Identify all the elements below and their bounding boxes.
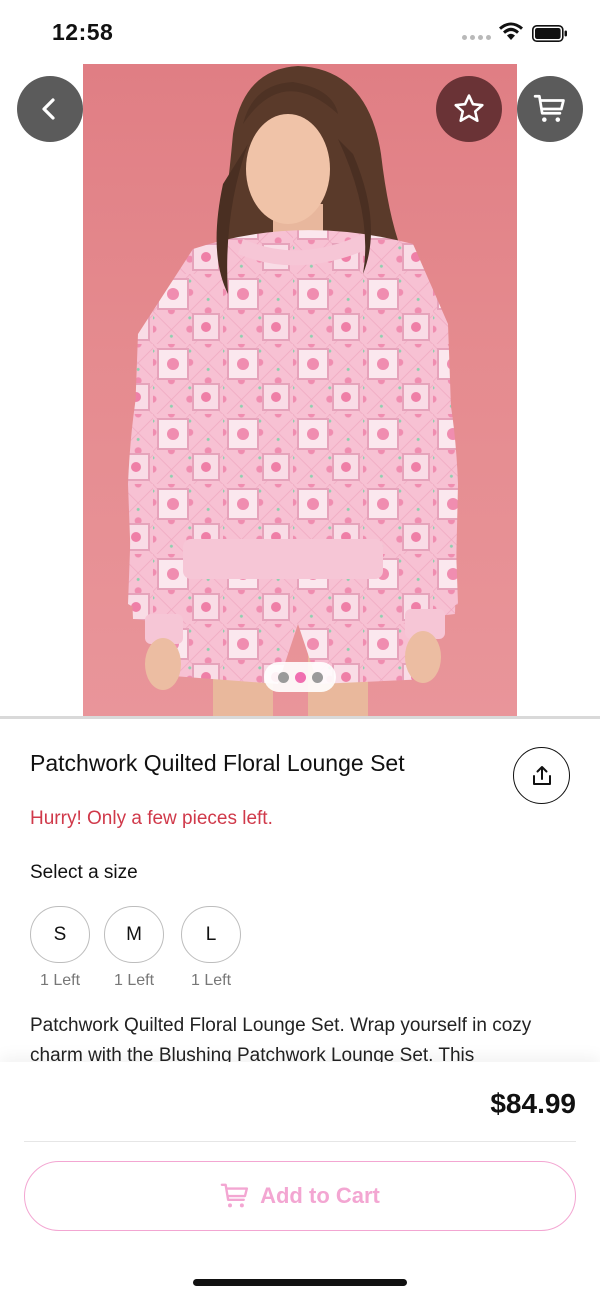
cart-button[interactable] xyxy=(517,76,583,142)
image-carousel-indicator[interactable] xyxy=(264,662,336,692)
product-price: $84.99 xyxy=(490,1088,576,1119)
home-indicator[interactable] xyxy=(193,1279,407,1286)
size-selector-label: Select a size xyxy=(30,862,138,883)
wifi-icon xyxy=(499,22,523,40)
stock-warning: Hurry! Only a few pieces left. xyxy=(30,808,273,829)
battery-icon xyxy=(532,25,567,42)
carousel-dot-1[interactable] xyxy=(277,671,289,683)
carousel-dot-3[interactable] xyxy=(311,671,323,683)
add-to-cart-label: Add to Cart xyxy=(260,1183,380,1208)
status-time: 12:58 xyxy=(52,19,114,45)
cart-icon xyxy=(533,94,565,122)
status-bar: 12:58 xyxy=(0,0,600,64)
share-button[interactable] xyxy=(513,747,570,804)
size-stock-l: 1 Left xyxy=(190,972,232,989)
product-description: Patchwork Quilted Floral Lounge Set. Wra… xyxy=(30,1015,532,1063)
product-photo-illustration xyxy=(128,66,458,716)
divider xyxy=(24,1141,576,1142)
product-image[interactable] xyxy=(83,64,517,716)
product-title: Patchwork Quilted Floral Lounge Set xyxy=(30,750,405,776)
size-option-l[interactable]: L xyxy=(181,906,241,963)
signal-icon xyxy=(462,35,491,40)
back-button[interactable] xyxy=(17,76,83,142)
chevron-left-icon xyxy=(42,98,55,120)
size-stock-m: 1 Left xyxy=(113,972,155,989)
size-option-s[interactable]: S xyxy=(30,906,90,963)
favorite-button[interactable] xyxy=(436,76,502,142)
add-to-cart-button[interactable]: Add to Cart xyxy=(24,1161,576,1231)
divider xyxy=(0,716,600,719)
size-stock-s: 1 Left xyxy=(39,972,81,989)
cart-icon xyxy=(220,1183,249,1208)
star-outline-icon xyxy=(454,94,484,123)
share-icon xyxy=(532,765,551,785)
carousel-dot-2[interactable] xyxy=(294,671,306,683)
size-option-m[interactable]: M xyxy=(104,906,164,963)
